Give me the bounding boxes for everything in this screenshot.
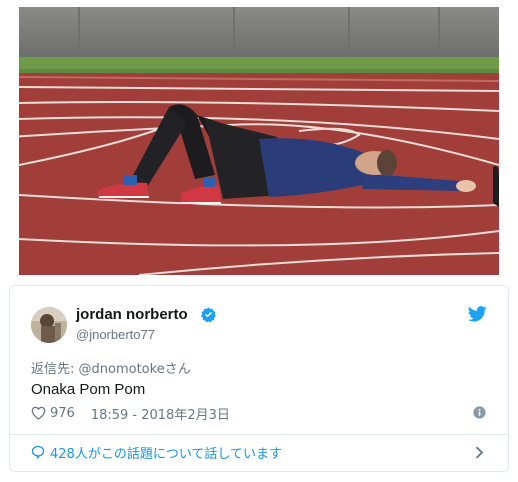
info-icon[interactable] bbox=[473, 406, 486, 419]
chevron-right-icon[interactable] bbox=[475, 446, 484, 459]
reply-to-prefix: 返信先: bbox=[31, 362, 79, 377]
avatar[interactable] bbox=[31, 307, 67, 343]
reply-to-line: 返信先: @dnomotokeさん bbox=[31, 358, 191, 377]
tweet-text: Onaka Pom Pom bbox=[31, 381, 146, 398]
divider bbox=[10, 434, 508, 435]
speech-bubble-icon bbox=[31, 445, 45, 459]
like-count[interactable]: 976 bbox=[50, 406, 75, 421]
tweet-timestamp[interactable]: 18:59 - 2018年2月3日 bbox=[91, 404, 230, 423]
track-scene-illustration bbox=[19, 7, 499, 275]
tweet-photo[interactable] bbox=[19, 7, 499, 275]
twitter-bird-icon[interactable] bbox=[468, 306, 487, 322]
verified-badge-icon bbox=[201, 307, 216, 322]
tweet-meta: 976 18:59 - 2018年2月3日 bbox=[31, 404, 230, 423]
display-name[interactable]: jordan norberto bbox=[76, 306, 188, 323]
tweet-card: jordan norberto @jnorberto77 返信先: @dnomo… bbox=[9, 285, 509, 472]
user-handle[interactable]: @jnorberto77 bbox=[76, 327, 155, 342]
heart-icon[interactable] bbox=[31, 406, 46, 420]
conversation-link[interactable]: 428人がこの話題について話しています bbox=[31, 442, 282, 462]
conversation-label: 428人がこの話題について話しています bbox=[50, 446, 283, 462]
reply-to-mention[interactable]: @dnomotokeさん bbox=[79, 362, 191, 377]
